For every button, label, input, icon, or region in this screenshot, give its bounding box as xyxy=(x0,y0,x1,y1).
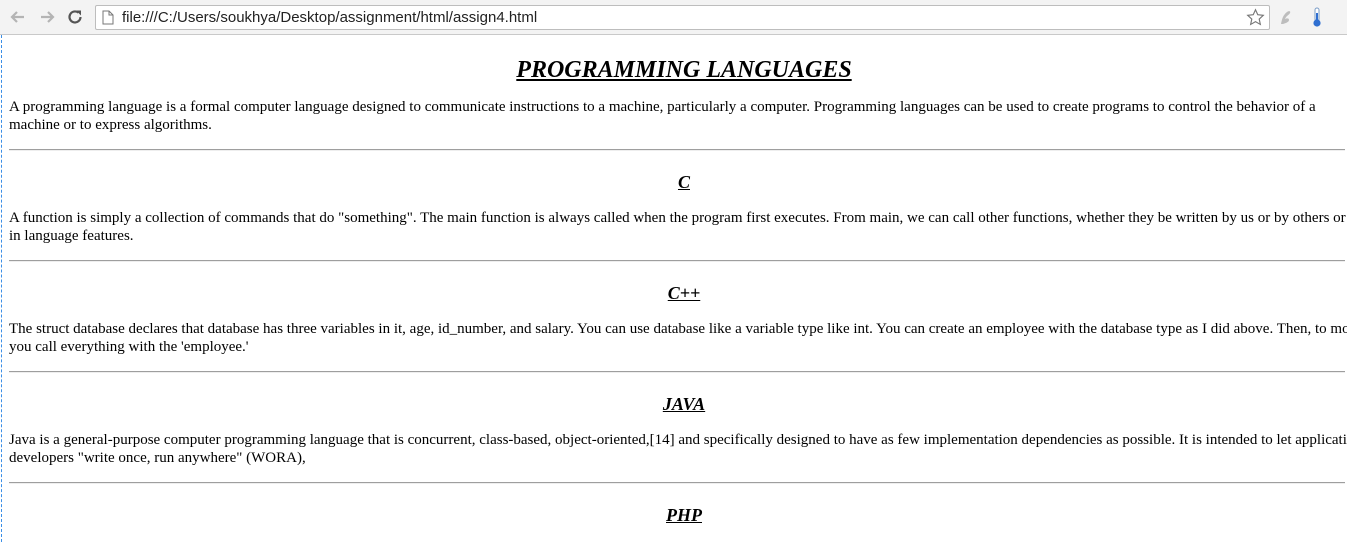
divider xyxy=(9,149,1345,151)
section-heading-cpp: C++ xyxy=(667,283,701,303)
section-heading-php: PHP xyxy=(666,505,702,525)
extension-icon[interactable] xyxy=(1276,7,1296,27)
divider xyxy=(9,371,1345,373)
edge-guide-line xyxy=(1,35,2,542)
page-content: PROGRAMMING LANGUAGES A programming lang… xyxy=(9,35,1347,542)
section-heading-java: JAVA xyxy=(662,394,706,414)
address-bar[interactable]: file:///C:/Users/soukhya/Desktop/assignm… xyxy=(95,5,1270,30)
page-viewport: PROGRAMMING LANGUAGES A programming lang… xyxy=(0,35,1347,542)
intro-paragraph: A programming language is a formal compu… xyxy=(9,99,1316,133)
url-text: file:///C:/Users/soukhya/Desktop/assignm… xyxy=(122,9,538,26)
page-icon xyxy=(102,10,114,25)
bookmark-star-icon[interactable] xyxy=(1246,8,1265,27)
section-body-java: Java is a general-purpose computer progr… xyxy=(9,432,1347,466)
reload-button[interactable] xyxy=(65,7,85,27)
divider xyxy=(9,260,1345,262)
back-arrow-icon xyxy=(10,11,24,23)
reload-icon xyxy=(68,10,82,24)
forward-button[interactable] xyxy=(37,7,57,27)
forward-arrow-icon xyxy=(41,11,55,23)
thermometer-icon[interactable] xyxy=(1310,6,1324,28)
back-button[interactable] xyxy=(8,7,28,27)
section-heading-c: C xyxy=(677,172,690,192)
divider xyxy=(9,482,1345,484)
section-body-cpp: The struct database declares that databa… xyxy=(9,321,1347,355)
browser-toolbar: file:///C:/Users/soukhya/Desktop/assignm… xyxy=(0,0,1347,35)
page-title: PROGRAMMING LANGUAGES xyxy=(516,57,852,83)
section-body-c: A function is simply a collection of com… xyxy=(9,210,1347,244)
